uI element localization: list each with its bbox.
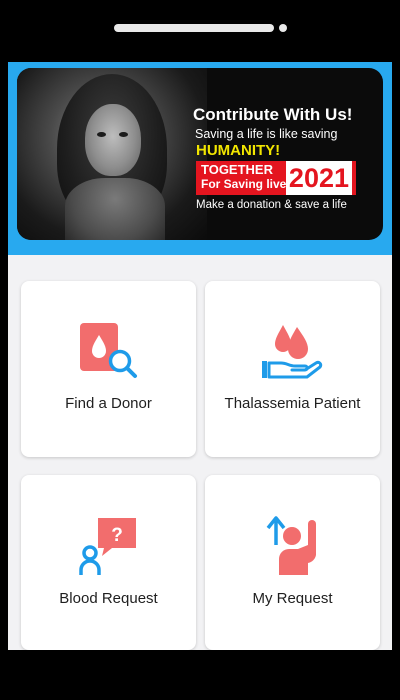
speaker-grille	[114, 24, 274, 32]
banner-title: Contribute With Us!	[193, 105, 353, 124]
hand-blood-drop-icon	[262, 325, 323, 379]
find-donor-label: Find a Donor	[65, 395, 152, 412]
blood-request-card[interactable]: ? Blood Request	[21, 475, 196, 650]
svg-text:?: ?	[111, 525, 123, 546]
banner-subtitle: Saving a life is like saving	[195, 127, 338, 141]
find-donor-card[interactable]: Find a Donor	[21, 281, 196, 457]
together-badge: TOGETHER For Saving lives 2021	[196, 161, 356, 195]
blood-request-label: Blood Request	[59, 590, 158, 607]
girl-body	[65, 178, 165, 240]
my-request-card[interactable]: My Request	[205, 475, 380, 650]
girl-eye-left	[97, 132, 106, 137]
blood-bag-search-icon	[80, 323, 137, 378]
badge-line1: TOGETHER	[201, 162, 273, 177]
badge-line2: For Saving lives	[201, 177, 294, 191]
front-camera	[279, 24, 287, 32]
girl-eye-right	[119, 132, 128, 137]
donation-banner[interactable]: Contribute With Us! Saving a life is lik…	[17, 68, 383, 240]
my-request-label: My Request	[252, 590, 333, 607]
girl-photo	[17, 68, 207, 240]
person-question-icon: ?	[79, 518, 136, 575]
girl-face	[85, 104, 141, 176]
badge-text: TOGETHER For Saving lives	[201, 162, 293, 191]
banner-section: Contribute With Us! Saving a life is lik…	[8, 62, 392, 255]
badge-year: 2021	[285, 161, 352, 195]
phone-top-bezel	[0, 0, 400, 62]
banner-highlight: HUMANITY!	[196, 142, 281, 159]
app-screen: Contribute With Us! Saving a life is lik…	[8, 62, 392, 650]
person-raise-hand-icon	[266, 516, 316, 575]
thalassemia-patient-card[interactable]: Thalassemia Patient	[205, 281, 380, 457]
thalassemia-patient-label: Thalassemia Patient	[224, 395, 361, 412]
banner-tagline: Make a donation & save a life	[196, 199, 347, 211]
